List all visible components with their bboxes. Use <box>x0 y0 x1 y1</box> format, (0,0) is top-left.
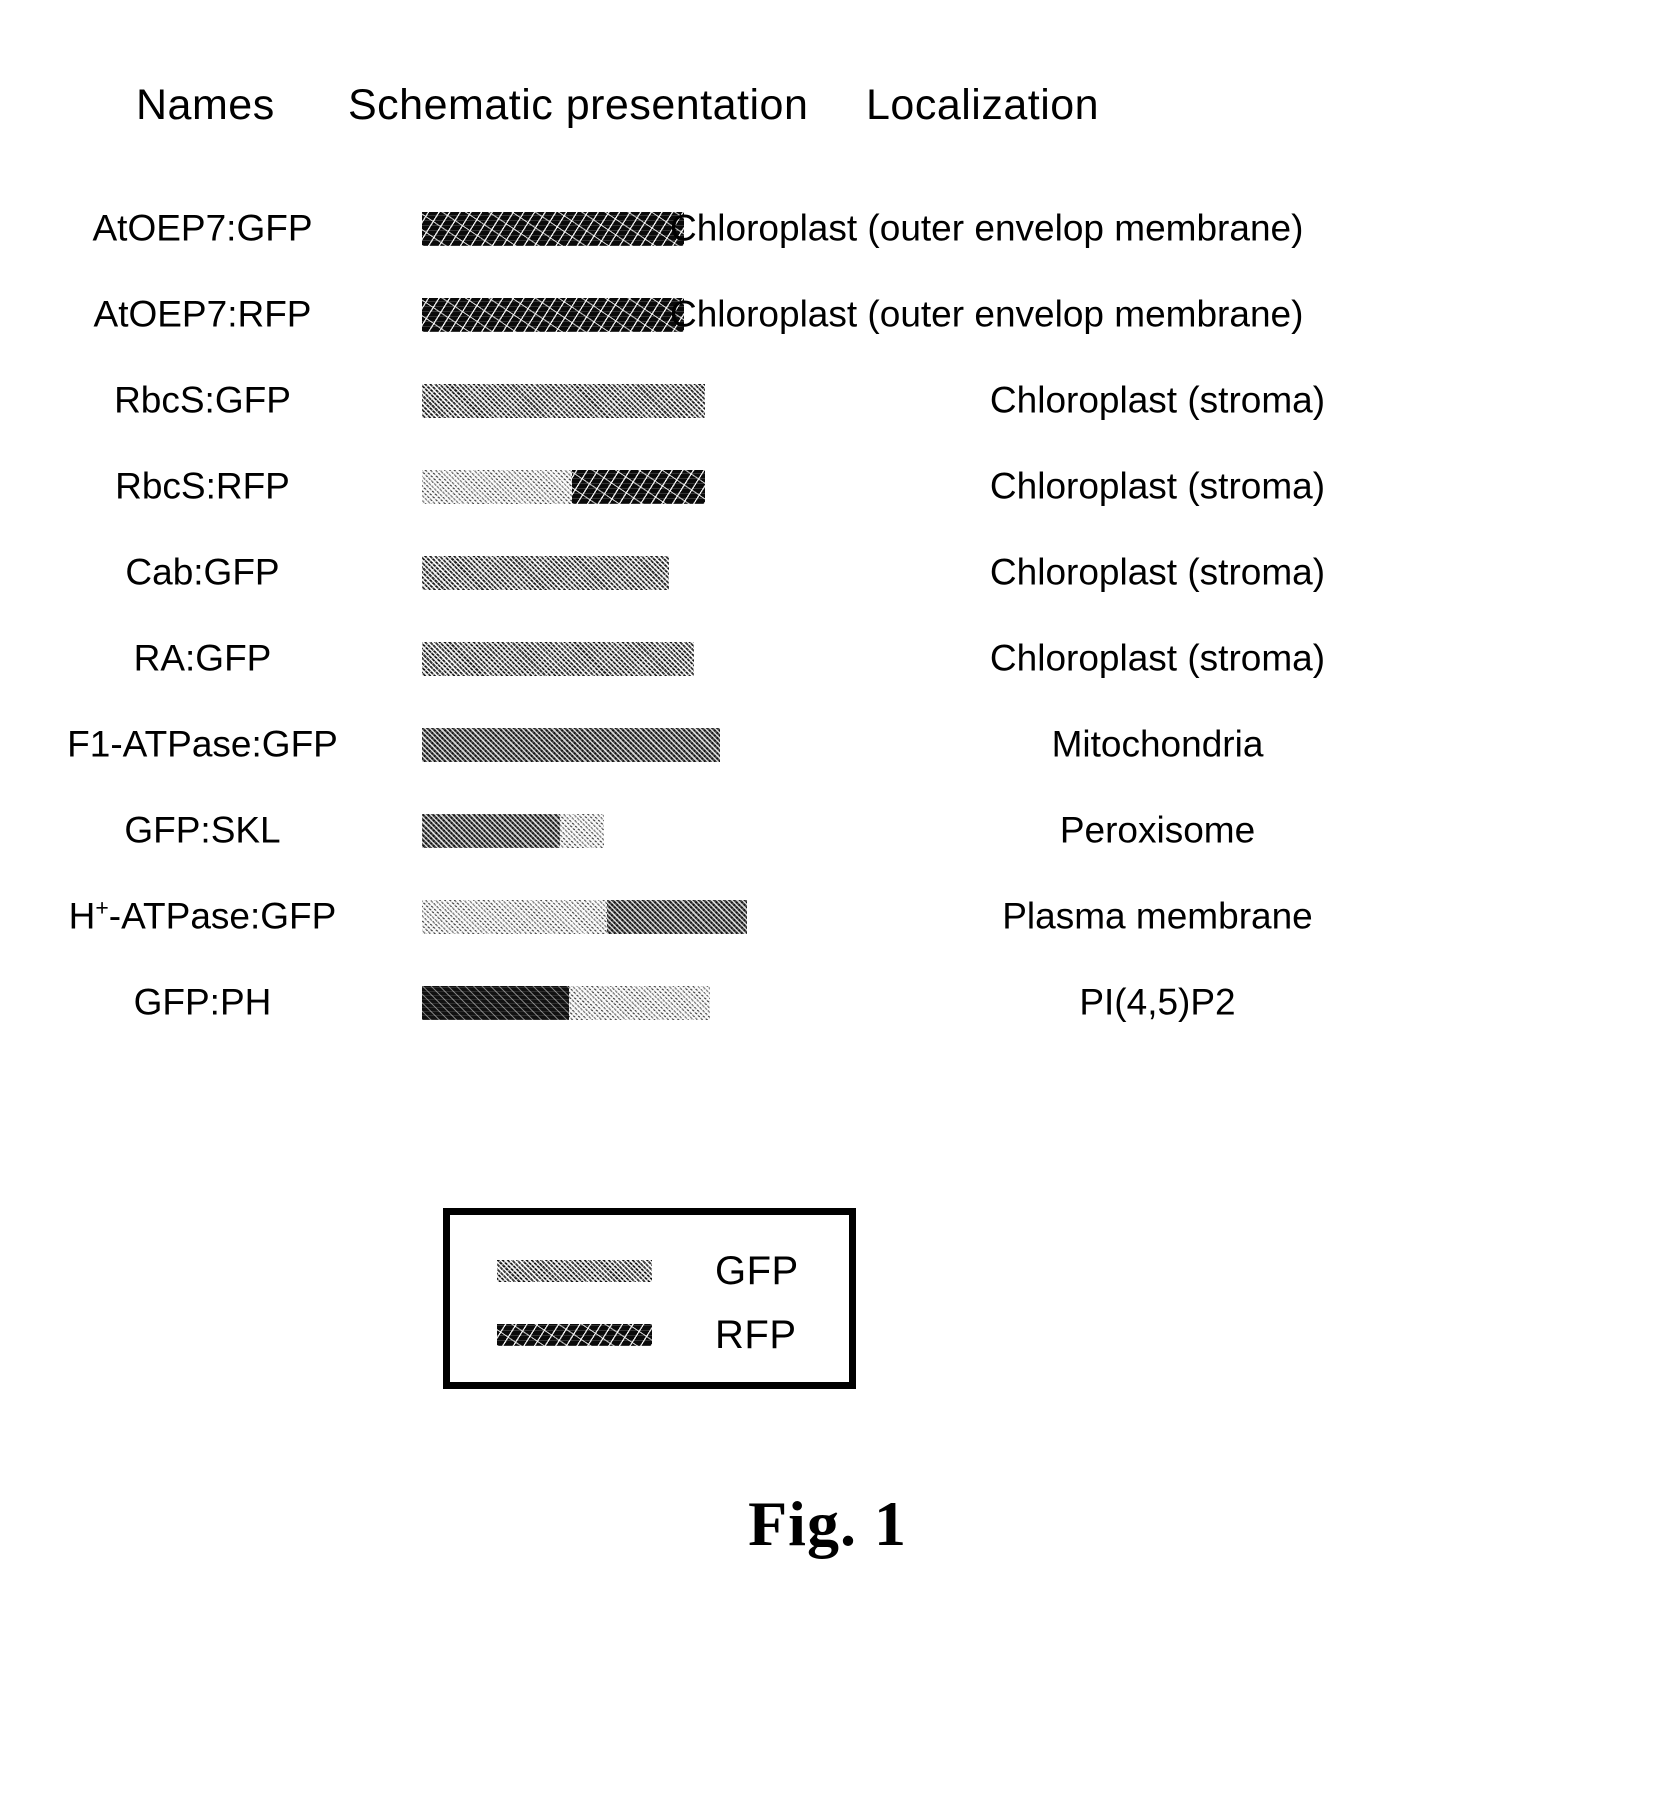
bar-segment <box>560 814 604 848</box>
table-row: AtOEP7:GFP Chloroplast (outer envelop mem… <box>0 186 1655 272</box>
construct-schematic-bar <box>422 298 684 332</box>
localization-label: PI(4,5)P2 <box>1079 981 1236 1023</box>
construct-schematic-bar <box>422 556 669 590</box>
bar-segment <box>422 900 608 934</box>
construct-name: RbcS:GFP <box>114 379 291 421</box>
figure-page: Names Schematic presentation Localizatio… <box>0 0 1655 1811</box>
legend-item: GFP <box>450 1251 849 1291</box>
table-row: AtOEP7:RFP Chloroplast (outer envelop mem… <box>0 272 1655 358</box>
table-row: F1-ATPase:GFP Mitochondria <box>0 702 1655 788</box>
legend-swatch <box>497 1324 652 1346</box>
construct-name: AtOEP7:RFP <box>93 293 312 335</box>
table-header: Names Schematic presentation Localizatio… <box>0 84 1655 154</box>
construct-name: F1-ATPase:GFP <box>67 723 338 765</box>
bar <box>422 556 669 590</box>
localization-label: Plasma membrane <box>1002 895 1313 937</box>
construct-name: Cab:GFP <box>125 551 280 593</box>
column-header-schematic-presentation: Schematic presentation <box>348 81 809 129</box>
legend-swatch-fill <box>497 1260 652 1282</box>
bar-segment <box>422 642 694 676</box>
table-row: RA:GFP Chloroplast (stroma) <box>0 616 1655 702</box>
bar <box>422 212 684 246</box>
localization-label: Chloroplast (stroma) <box>989 637 1326 679</box>
construct-schematic-bar <box>422 642 694 676</box>
localization-label: Chloroplast (outer envelop membrane) <box>670 207 1304 249</box>
legend-label: RFP <box>715 1313 797 1357</box>
localization-label: Mitochondria <box>1051 723 1264 765</box>
table-row: RbcS:RFP Chloroplast (stroma) <box>0 444 1655 530</box>
construct-schematic-bar <box>422 212 684 246</box>
bar <box>422 642 694 676</box>
table-row: Cab:GFP Chloroplast (stroma) <box>0 530 1655 616</box>
bar-segment <box>422 556 669 590</box>
construct-name: RbcS:RFP <box>115 465 290 507</box>
construct-schematic-bar <box>422 814 604 848</box>
table-body: AtOEP7:GFP Chloroplast (outer envelop mem… <box>0 186 1655 1046</box>
bar-segment <box>422 470 572 504</box>
bar-segment <box>422 814 561 848</box>
legend-box: GFP RFP <box>443 1208 856 1389</box>
localization-label: Chloroplast (outer envelop membrane) <box>670 293 1304 335</box>
bar <box>422 814 604 848</box>
construct-name: RA:GFP <box>133 637 272 679</box>
legend-swatch-fill <box>497 1324 652 1346</box>
column-header-localization: Localization <box>866 81 1100 129</box>
localization-label: Chloroplast (stroma) <box>989 465 1326 507</box>
localization-label: Chloroplast (stroma) <box>989 551 1326 593</box>
table-row: GFP:SKL Peroxisome <box>0 788 1655 874</box>
figure-caption: Fig. 1 <box>748 1488 907 1559</box>
legend-swatch <box>497 1260 652 1282</box>
table-row: H+-ATPase:GFP Plasma membrane <box>0 874 1655 960</box>
table-row: RbcS:GFP Chloroplast (stroma) <box>0 358 1655 444</box>
legend-label: GFP <box>715 1249 799 1293</box>
localization-label: Peroxisome <box>1059 809 1256 851</box>
localization-label: Chloroplast (stroma) <box>989 379 1326 421</box>
bar-segment <box>422 298 684 332</box>
bar <box>422 298 684 332</box>
bar-segment <box>422 212 684 246</box>
construct-name: H+-ATPase:GFP <box>68 894 337 937</box>
table-row: GFP:PH PI(4,5)P2 <box>0 960 1655 1046</box>
construct-name: GFP:PH <box>133 981 272 1023</box>
construct-name: AtOEP7:GFP <box>92 207 313 249</box>
construct-name: GFP:SKL <box>124 809 281 851</box>
legend-item: RFP <box>450 1315 849 1355</box>
bar-segment <box>422 986 569 1020</box>
column-header-names: Names <box>136 81 275 129</box>
